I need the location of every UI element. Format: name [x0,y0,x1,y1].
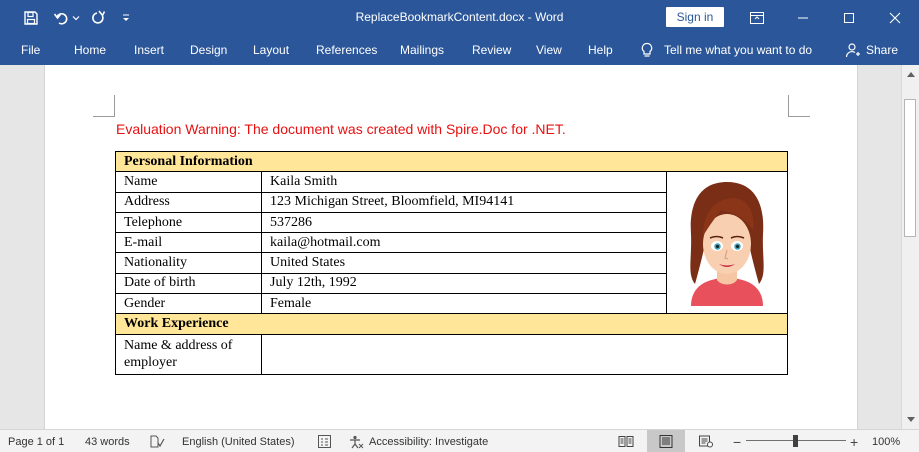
table-header-row: Personal Information [115,150,788,173]
tab-review[interactable]: Review [472,35,511,65]
tab-references[interactable]: References [316,35,377,65]
tab-help[interactable]: Help [588,35,613,65]
tab-home[interactable]: Home [74,35,106,65]
zoom-out-button[interactable]: − [733,430,741,452]
close-button[interactable] [872,0,918,35]
tab-insert[interactable]: Insert [134,35,164,65]
share-button[interactable]: Share [845,35,898,65]
tab-layout[interactable]: Layout [253,35,289,65]
web-layout-icon [699,435,713,447]
field-value: kaila@hotmail.com [261,232,667,254]
field-value: Kaila Smith [261,171,667,193]
status-bar: Page 1 of 1 43 words English (United Sta… [0,429,919,452]
proofing-icon [150,435,165,448]
person-icon [845,43,860,58]
crop-mark-top-left [93,95,115,117]
document-page[interactable]: Evaluation Warning: The document was cre… [44,65,858,429]
table-row: Name & address of employer [115,333,788,375]
minimize-icon [798,17,808,18]
tell-me-box[interactable]: Tell me what you want to do [640,35,812,65]
field-value: United States [261,252,667,274]
zoom-slider-thumb[interactable] [793,435,798,447]
customize-quick-access-button[interactable] [118,0,134,35]
table-header-row: Work Experience [115,313,788,335]
arrow-down-icon [907,416,915,422]
web-layout-button[interactable] [687,430,725,452]
undo-button[interactable] [50,0,72,35]
crop-mark-top-right [788,95,810,117]
share-label: Share [866,43,899,57]
redo-icon [92,10,106,24]
personal-info-header: Personal Information [115,150,788,173]
close-icon [889,12,901,23]
field-value: 537286 [261,211,667,234]
tab-design[interactable]: Design [190,35,227,65]
scroll-up-button[interactable] [903,66,919,82]
scroll-down-button[interactable] [903,411,919,427]
personal-info-table: Personal Information Name Kaila Smith Ad… [115,150,788,375]
scroll-thumb[interactable] [904,99,916,237]
accessibility-icon [350,435,364,448]
save-button[interactable] [18,0,44,35]
print-layout-button[interactable] [647,430,685,452]
zoom-in-button[interactable]: + [850,430,858,452]
field-label: Gender [115,293,262,315]
evaluation-warning: Evaluation Warning: The document was cre… [116,121,566,137]
save-icon [24,10,38,25]
work-experience-header: Work Experience [115,313,788,335]
field-value: July 12th, 1992 [261,272,667,295]
table-row: Name Kaila Smith [115,171,788,315]
undo-dropdown-button[interactable] [71,0,81,35]
document-area[interactable]: Evaluation Warning: The document was cre… [0,65,901,429]
profile-photo [690,182,764,307]
field-value: Female [261,293,667,315]
minimize-button[interactable] [780,0,826,35]
chevron-down-icon [72,15,80,20]
language[interactable]: English (United States) [182,430,295,452]
undo-icon [53,12,68,25]
arrow-up-icon [907,71,915,77]
field-label: Telephone [115,211,262,234]
accessibility-checker[interactable]: Accessibility: Investigate [349,430,488,452]
display-settings-icon [318,435,331,448]
customize-icon [123,14,129,21]
field-label: Name [115,171,262,193]
page-count[interactable]: Page 1 of 1 [8,430,64,452]
ribbon-display-options-button[interactable] [734,0,780,35]
field-value: 123 Michigan Street, Bloomfield, MI94141 [261,191,667,213]
tell-me-label: Tell me what you want to do [664,43,813,57]
display-settings-button[interactable] [318,430,331,452]
ribbon-display-icon [750,11,764,24]
proofing-status[interactable] [150,430,165,452]
read-mode-button[interactable] [607,430,645,452]
field-value [261,333,788,375]
field-label: Address [115,191,262,213]
title-bar: ReplaceBookmarkContent.docx - Word Sign … [0,0,919,35]
sign-in-button[interactable]: Sign in [666,7,724,27]
word-count[interactable]: 43 words [85,430,130,452]
maximize-icon [844,12,854,23]
tab-file[interactable]: File [21,35,40,65]
read-mode-icon [618,435,634,447]
ribbon-tab-bar: File Home Insert Design Layout Reference… [0,35,919,65]
vertical-scrollbar[interactable] [901,65,919,429]
redo-button[interactable] [87,0,109,35]
zoom-level[interactable]: 100% [872,430,900,452]
lightbulb-icon [641,42,653,57]
field-label: Nationality [115,252,262,274]
tab-mailings[interactable]: Mailings [400,35,444,65]
tab-view[interactable]: View [536,35,562,65]
accessibility-label: Accessibility: Investigate [369,435,489,448]
maximize-button[interactable] [826,0,872,35]
field-label: Name & address of employer [115,333,262,375]
profile-photo-cell [666,171,788,315]
field-label: Date of birth [115,272,262,295]
print-layout-icon [659,434,673,448]
field-label: E-mail [115,232,262,254]
